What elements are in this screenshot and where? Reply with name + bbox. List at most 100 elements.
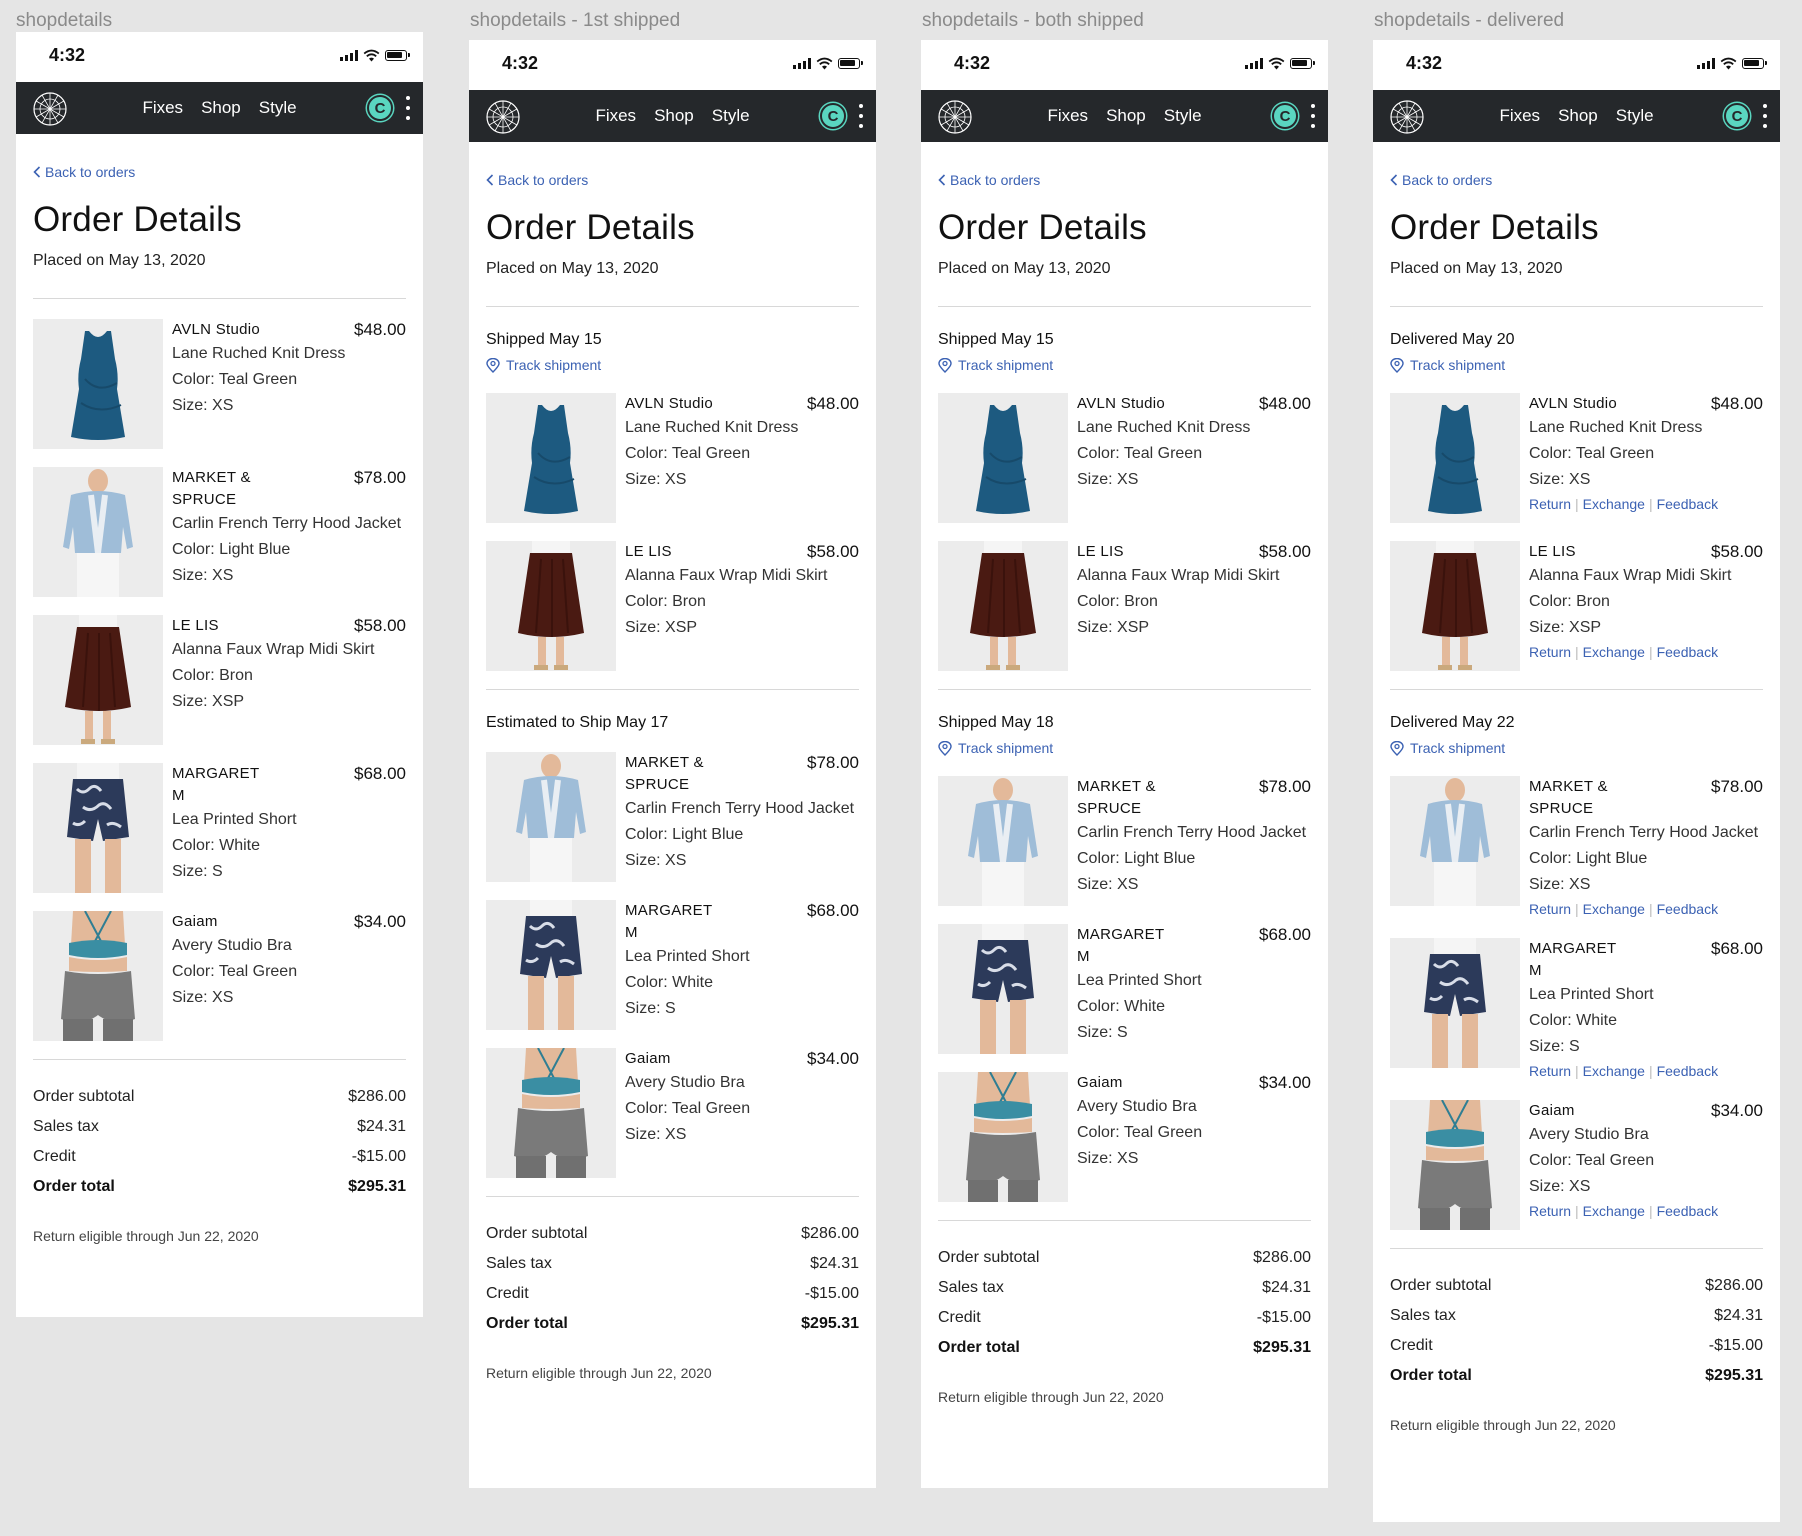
exchange-link[interactable]: Exchange [1583,901,1645,917]
nav-link-style[interactable]: Style [712,106,750,126]
skirt-image[interactable] [33,615,163,745]
shorts-image[interactable] [486,900,616,1030]
location-pin-icon [486,357,500,373]
skirt-image[interactable] [486,541,616,671]
back-to-orders-link[interactable]: Back to orders [938,172,1311,188]
nav-link-style[interactable]: Style [259,98,297,118]
bra-image[interactable] [33,911,163,1041]
skirt-image[interactable] [1390,541,1520,671]
return-link[interactable]: Return [1529,496,1571,512]
avatar[interactable]: C [820,103,846,129]
order-item: AVLN Studio $48.00 Lane Ruched Knit Dress C… [938,393,1311,523]
feedback-link[interactable]: Feedback [1657,1063,1718,1079]
track-shipment-link[interactable]: Track shipment [938,357,1311,373]
order-item: Gaiam $34.00 Avery Studio Bra Color: Teal G… [33,911,406,1041]
order-item: MARGARET M $68.00 Lea Printed Short Color: … [938,924,1311,1054]
track-shipment-link[interactable]: Track shipment [1390,357,1763,373]
back-label: Back to orders [950,172,1041,188]
nav-link-style[interactable]: Style [1616,106,1654,126]
dress-image[interactable] [1390,393,1520,523]
item-color: Color: White [172,837,261,854]
shorts-image[interactable] [938,924,1068,1054]
signal-icon [1697,58,1715,69]
track-shipment-link[interactable]: Track shipment [1390,740,1763,756]
totals-label: Order total [33,1178,115,1195]
nav-link-fixes[interactable]: Fixes [142,98,183,118]
skirt-image[interactable] [938,541,1068,671]
more-menu-icon[interactable] [1310,104,1316,128]
order-item: AVLN Studio $48.00 Lane Ruched Knit Dress C… [486,393,859,523]
nav-link-shop[interactable]: Shop [654,106,694,126]
nav-bar: Fixes Shop Style C [1373,90,1780,142]
feedback-link[interactable]: Feedback [1657,901,1718,917]
dress-image[interactable] [486,393,616,523]
nav-link-shop[interactable]: Shop [201,98,241,118]
item-price: $68.00 [807,901,859,920]
nav-link-fixes[interactable]: Fixes [595,106,636,126]
nav-link-style[interactable]: Style [1164,106,1202,126]
avatar[interactable]: C [1724,103,1750,129]
status-bar: 4:32 [1373,40,1780,90]
nav-link-shop[interactable]: Shop [1558,106,1598,126]
exchange-link[interactable]: Exchange [1583,1063,1645,1079]
item-size: Size: XSP [1077,619,1150,636]
back-to-orders-link[interactable]: Back to orders [486,172,859,188]
order-item: LE LIS $58.00 Alanna Faux Wrap Midi Skirt C… [1390,541,1763,671]
dress-image[interactable] [938,393,1068,523]
totals-row: Order subtotal $286.00 [486,1219,859,1249]
item-color: Color: Light Blue [1077,850,1196,867]
item-color: Color: Teal Green [1077,1124,1203,1141]
back-to-orders-link[interactable]: Back to orders [33,164,406,180]
item-brand: LE LIS [1077,543,1124,560]
avatar[interactable]: C [1272,103,1298,129]
back-to-orders-link[interactable]: Back to orders [1390,172,1763,188]
item-price: $34.00 [807,1049,859,1068]
jacket-image[interactable] [1390,776,1520,906]
nav-link-shop[interactable]: Shop [1106,106,1146,126]
item-color: Color: Teal Green [1529,445,1655,462]
totals-row: Sales tax $24.31 [1390,1301,1763,1331]
item-brand: Gaiam [1077,1074,1123,1091]
totals-value: $286.00 [801,1225,859,1242]
more-menu-icon[interactable] [1762,104,1768,128]
back-label: Back to orders [1402,172,1493,188]
avatar[interactable]: C [367,95,393,121]
bra-image[interactable] [938,1072,1068,1202]
totals-row: Credit -$15.00 [938,1303,1311,1333]
track-label: Track shipment [1410,740,1506,756]
exchange-link[interactable]: Exchange [1583,1203,1645,1219]
dress-image[interactable] [33,319,163,449]
more-menu-icon[interactable] [858,104,864,128]
bra-image[interactable] [486,1048,616,1178]
return-link[interactable]: Return [1529,1203,1571,1219]
item-brand: MARGARET M [1077,926,1165,965]
track-shipment-link[interactable]: Track shipment [486,357,859,373]
feedback-link[interactable]: Feedback [1657,644,1718,660]
frame-label: shopdetails - 1st shipped [470,10,681,31]
return-link[interactable]: Return [1529,644,1571,660]
item-name: Alanna Faux Wrap Midi Skirt [172,641,375,658]
return-link[interactable]: Return [1529,901,1571,917]
shorts-image[interactable] [1390,938,1520,1068]
more-menu-icon[interactable] [405,96,411,120]
nav-link-fixes[interactable]: Fixes [1499,106,1540,126]
totals-label: Order subtotal [1390,1277,1492,1294]
totals-value: -$15.00 [804,1285,859,1302]
item-size: Size: XSP [172,693,245,710]
exchange-link[interactable]: Exchange [1583,644,1645,660]
track-shipment-link[interactable]: Track shipment [938,740,1311,756]
feedback-link[interactable]: Feedback [1657,496,1718,512]
return-link[interactable]: Return [1529,1063,1571,1079]
shorts-image[interactable] [33,763,163,893]
jacket-image[interactable] [33,467,163,597]
feedback-link[interactable]: Feedback [1657,1203,1718,1219]
jacket-image[interactable] [938,776,1068,906]
exchange-link[interactable]: Exchange [1583,496,1645,512]
item-size: Size: XS [1077,1150,1139,1167]
nav-link-fixes[interactable]: Fixes [1047,106,1088,126]
item-name: Avery Studio Bra [1077,1098,1197,1115]
jacket-image[interactable] [486,752,616,882]
action-separator: | [1575,1203,1579,1219]
track-label: Track shipment [958,740,1054,756]
bra-image[interactable] [1390,1100,1520,1230]
